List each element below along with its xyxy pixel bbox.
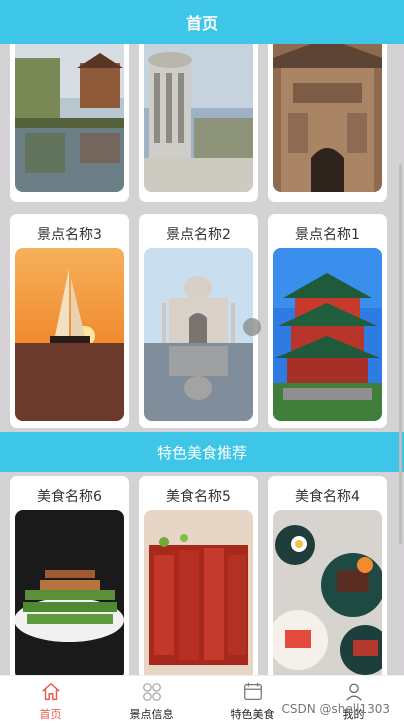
red-braised-meat-image <box>144 510 253 676</box>
scenic-card-title: 景点名称2 <box>166 227 231 243</box>
calendar-icon <box>243 682 262 700</box>
food-section-header: 特色美食推荐 <box>0 432 404 472</box>
scenic-card[interactable] <box>139 44 258 202</box>
chinese-pavilion-image <box>273 248 382 421</box>
lake-pagoda-image <box>15 44 124 192</box>
rotunda-monument-image <box>144 44 253 192</box>
home-icon <box>41 682 60 700</box>
user-icon <box>345 683 362 701</box>
taj-mahal-reflection-image <box>144 248 253 421</box>
green-pepper-meat-image <box>15 510 124 676</box>
tab-special-food-label: 特色美食 <box>230 707 275 721</box>
scenic-card[interactable] <box>10 44 129 202</box>
scenic-card-title: 景点名称3 <box>37 227 102 243</box>
food-card[interactable]: 美食名称4 <box>268 476 387 676</box>
food-card[interactable]: 美食名称5 <box>139 476 258 676</box>
food-section-title: 特色美食推荐 <box>156 443 247 462</box>
bottom-tab-bar: 首页 景点信息 特色美食 我的 <box>0 675 404 726</box>
food-row: 美食名称6 美食名称5 美食名称4 <box>0 476 404 676</box>
page-title: 首页 <box>185 14 218 33</box>
tab-scenic-info[interactable]: 景点信息 <box>101 676 202 726</box>
scenic-top-row <box>0 44 404 206</box>
plated-dishes-image <box>273 510 382 676</box>
food-card[interactable]: 美食名称6 <box>10 476 129 676</box>
ornate-gate-image <box>273 44 382 192</box>
scrollbar[interactable] <box>399 164 402 544</box>
grid-icon <box>142 682 161 701</box>
scenic-card[interactable]: 景点名称3 <box>10 214 129 428</box>
scenic-row: 景点名称3 景点名称2 景点名称1 <box>0 214 404 430</box>
tab-scenic-info-label: 景点信息 <box>129 707 174 721</box>
tab-special-food[interactable]: 特色美食 <box>202 676 303 726</box>
food-card-title: 美食名称6 <box>37 489 102 505</box>
tab-home-label: 首页 <box>39 707 62 721</box>
main-scroll-area[interactable]: 景点名称3 景点名称2 景点名称1 特色美食推荐 美食名称6 美食名称5 美食名… <box>0 44 404 676</box>
scenic-card-title: 景点名称1 <box>295 227 360 243</box>
tab-home[interactable]: 首页 <box>0 676 101 726</box>
watermark-text: CSDN @shell1303 <box>281 702 390 716</box>
page-header: 首页 <box>0 0 404 44</box>
carousel-scroll-indicator[interactable] <box>243 318 261 336</box>
food-card-title: 美食名称5 <box>166 489 231 505</box>
food-card-title: 美食名称4 <box>295 489 360 505</box>
sailboat-sunset-image <box>15 248 124 421</box>
tab-mine[interactable]: 我的 <box>303 676 404 726</box>
scenic-card[interactable] <box>268 44 387 202</box>
scenic-card[interactable]: 景点名称2 <box>139 214 258 428</box>
scenic-card[interactable]: 景点名称1 <box>268 214 387 428</box>
